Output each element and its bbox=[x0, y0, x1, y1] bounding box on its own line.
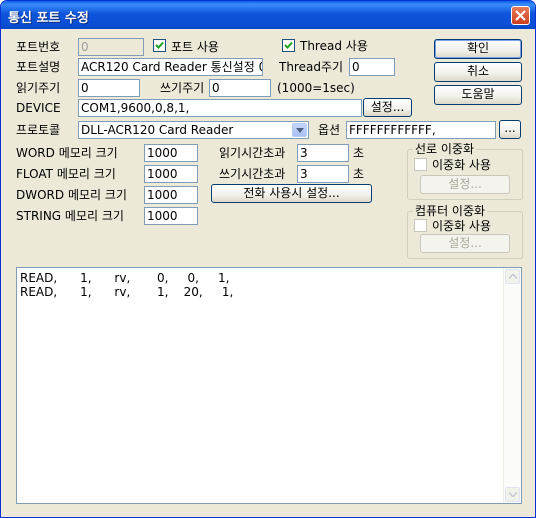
computer-redundancy-use-label: 이중화 사용 bbox=[432, 219, 492, 233]
read-timeout-field[interactable]: 3 bbox=[297, 144, 349, 162]
port-number-field[interactable]: 0 bbox=[78, 38, 144, 56]
thread-use-checkbox[interactable] bbox=[282, 39, 295, 52]
read-timeout-unit: 초 bbox=[353, 146, 365, 160]
protocol-selected-value: DLL-ACR120 Card Reader bbox=[81, 123, 234, 137]
help-button[interactable]: 도움말 bbox=[434, 85, 522, 105]
word-memory-field[interactable]: 1000 bbox=[144, 144, 198, 162]
line-redundancy-use-label: 이중화 사용 bbox=[432, 158, 492, 172]
device-setup-button[interactable]: 설정... bbox=[363, 98, 412, 117]
option-label: 옵션 bbox=[318, 123, 341, 137]
device-label: DEVICE bbox=[16, 101, 61, 115]
computer-redundancy-checkbox[interactable] bbox=[414, 219, 427, 232]
protocol-label: 프로토콜 bbox=[16, 123, 61, 137]
computer-redundancy-title: 컴퓨터 이중화 bbox=[413, 204, 488, 218]
close-button[interactable] bbox=[511, 6, 530, 25]
dword-memory-label: DWORD 메모리 크기 bbox=[16, 188, 127, 202]
float-memory-field[interactable]: 1000 bbox=[144, 165, 198, 183]
chevron-up-icon bbox=[509, 274, 517, 279]
use-port-checkbox[interactable] bbox=[153, 39, 166, 52]
string-memory-label: STRING 메모리 크기 bbox=[16, 209, 124, 223]
read-period-label: 읽기주기 bbox=[16, 81, 61, 95]
vertical-scrollbar[interactable] bbox=[503, 268, 521, 503]
read-period-field[interactable]: 0 bbox=[78, 79, 140, 97]
title-bar[interactable]: 통신 포트 수정 bbox=[1, 1, 535, 29]
phone-setup-button[interactable]: 전화 사용시 설정... bbox=[211, 184, 372, 203]
dialog-window: 통신 포트 수정 포트번호 0 포트 사용 Thread 사용 포트설명 ACR… bbox=[0, 0, 536, 518]
device-field[interactable]: COM1,9600,0,8,1, bbox=[78, 99, 362, 117]
port-number-label: 포트번호 bbox=[16, 40, 61, 54]
protocol-select[interactable]: DLL-ACR120 Card Reader bbox=[78, 121, 309, 139]
ok-button[interactable]: 확인 bbox=[434, 39, 522, 59]
check-icon bbox=[284, 41, 293, 49]
port-desc-label: 포트설명 bbox=[16, 60, 61, 74]
word-memory-label: WORD 메모리 크기 bbox=[16, 146, 118, 160]
thread-use-label: Thread 사용 bbox=[300, 39, 368, 53]
option-more-button[interactable]: ... bbox=[499, 120, 521, 139]
option-field[interactable]: FFFFFFFFFFFF, bbox=[346, 121, 496, 139]
computer-redundancy-setup-button[interactable]: 설정... bbox=[420, 234, 510, 253]
line-redundancy-title: 선로 이중화 bbox=[413, 142, 477, 156]
thread-period-field[interactable]: 0 bbox=[349, 58, 395, 76]
dword-memory-field[interactable]: 1000 bbox=[144, 186, 198, 204]
scroll-down-button[interactable] bbox=[505, 487, 520, 502]
thread-period-label: Thread주기 bbox=[279, 60, 344, 74]
script-text: READ, 1, rv, 0, 0, 1, READ, 1, rv, 1, 20… bbox=[20, 271, 234, 299]
period-unit-label: (1000=1sec) bbox=[277, 81, 355, 95]
string-memory-field[interactable]: 1000 bbox=[144, 207, 198, 225]
write-period-label: 쓰기주기 bbox=[160, 81, 205, 95]
window-title: 통신 포트 수정 bbox=[8, 11, 89, 26]
write-timeout-unit: 초 bbox=[353, 167, 365, 181]
read-timeout-label: 읽기시간초과 bbox=[219, 146, 286, 160]
close-icon bbox=[515, 10, 526, 21]
scroll-up-button[interactable] bbox=[505, 269, 520, 284]
check-icon bbox=[155, 41, 164, 49]
write-period-field[interactable]: 0 bbox=[209, 79, 271, 97]
chevron-down-icon bbox=[296, 128, 304, 133]
float-memory-label: FLOAT 메모리 크기 bbox=[16, 167, 116, 181]
chevron-down-icon bbox=[509, 492, 517, 497]
line-redundancy-checkbox[interactable] bbox=[414, 158, 427, 171]
cancel-button[interactable]: 취소 bbox=[434, 62, 522, 82]
write-timeout-label: 쓰기시간초과 bbox=[219, 167, 286, 181]
script-textarea[interactable]: READ, 1, rv, 0, 0, 1, READ, 1, rv, 1, 20… bbox=[16, 267, 522, 504]
port-desc-field[interactable]: ACR120 Card Reader 통신설정 0 bbox=[78, 58, 263, 76]
use-port-label: 포트 사용 bbox=[171, 40, 219, 54]
protocol-dropdown-button[interactable] bbox=[292, 123, 307, 137]
line-redundancy-setup-button[interactable]: 설정... bbox=[420, 175, 510, 194]
write-timeout-field[interactable]: 3 bbox=[297, 165, 349, 183]
